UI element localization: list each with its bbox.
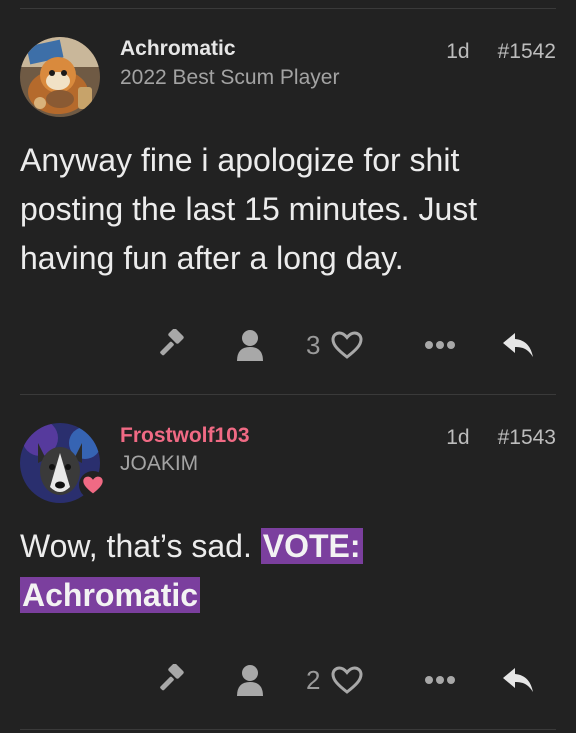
post-actions: 2 xyxy=(0,660,576,700)
reply-icon xyxy=(503,333,533,357)
username[interactable]: Achromatic xyxy=(120,37,236,61)
like-count: 2 xyxy=(306,664,321,695)
username[interactable]: Frostwolf103 xyxy=(120,424,250,448)
post-meta: 1d #1543 xyxy=(418,426,556,450)
more-icon xyxy=(425,341,455,349)
avatar[interactable] xyxy=(20,37,100,117)
gavel-icon xyxy=(160,664,184,691)
heart-icon xyxy=(331,666,363,694)
post-body: Anyway fine i apologize for shit posting… xyxy=(20,142,478,276)
post-body: Wow, that’s sad. VOTE: Achromatic xyxy=(20,522,556,620)
reply-icon xyxy=(503,668,533,692)
user-icon xyxy=(237,330,263,361)
post-actions: 3 xyxy=(0,325,576,365)
gavel-button[interactable] xyxy=(152,660,192,700)
like-button[interactable]: 2 xyxy=(306,660,386,700)
user-title: 2022 Best Scum Player xyxy=(120,66,340,89)
more-button[interactable] xyxy=(420,325,460,365)
more-icon xyxy=(425,676,455,684)
post-divider xyxy=(20,394,556,395)
like-count: 3 xyxy=(306,329,321,360)
reply-button[interactable] xyxy=(498,325,538,365)
user-icon xyxy=(237,665,263,696)
gavel-button[interactable] xyxy=(152,325,192,365)
heart-badge-icon xyxy=(83,476,103,494)
post-age[interactable]: 1d xyxy=(446,426,469,449)
heart-icon xyxy=(331,331,363,359)
user-button[interactable] xyxy=(230,660,270,700)
user-title: JOAKIM xyxy=(120,452,199,475)
post-number[interactable]: #1543 xyxy=(498,426,556,449)
user-button[interactable] xyxy=(230,325,270,365)
post-age[interactable]: 1d xyxy=(446,40,469,63)
bottom-divider xyxy=(20,729,556,730)
status-badge xyxy=(79,471,107,499)
more-button[interactable] xyxy=(420,660,460,700)
like-button[interactable]: 3 xyxy=(306,325,386,365)
post-body-text: Wow, that’s sad. xyxy=(20,528,252,564)
reply-button[interactable] xyxy=(498,660,538,700)
vote-highlight: VOTE: xyxy=(260,528,363,564)
vote-target-highlight: Achromatic xyxy=(20,577,201,613)
post-meta: 1d #1542 xyxy=(418,40,556,64)
top-divider xyxy=(20,8,556,9)
gavel-icon xyxy=(160,329,184,356)
post-number[interactable]: #1542 xyxy=(498,40,556,63)
